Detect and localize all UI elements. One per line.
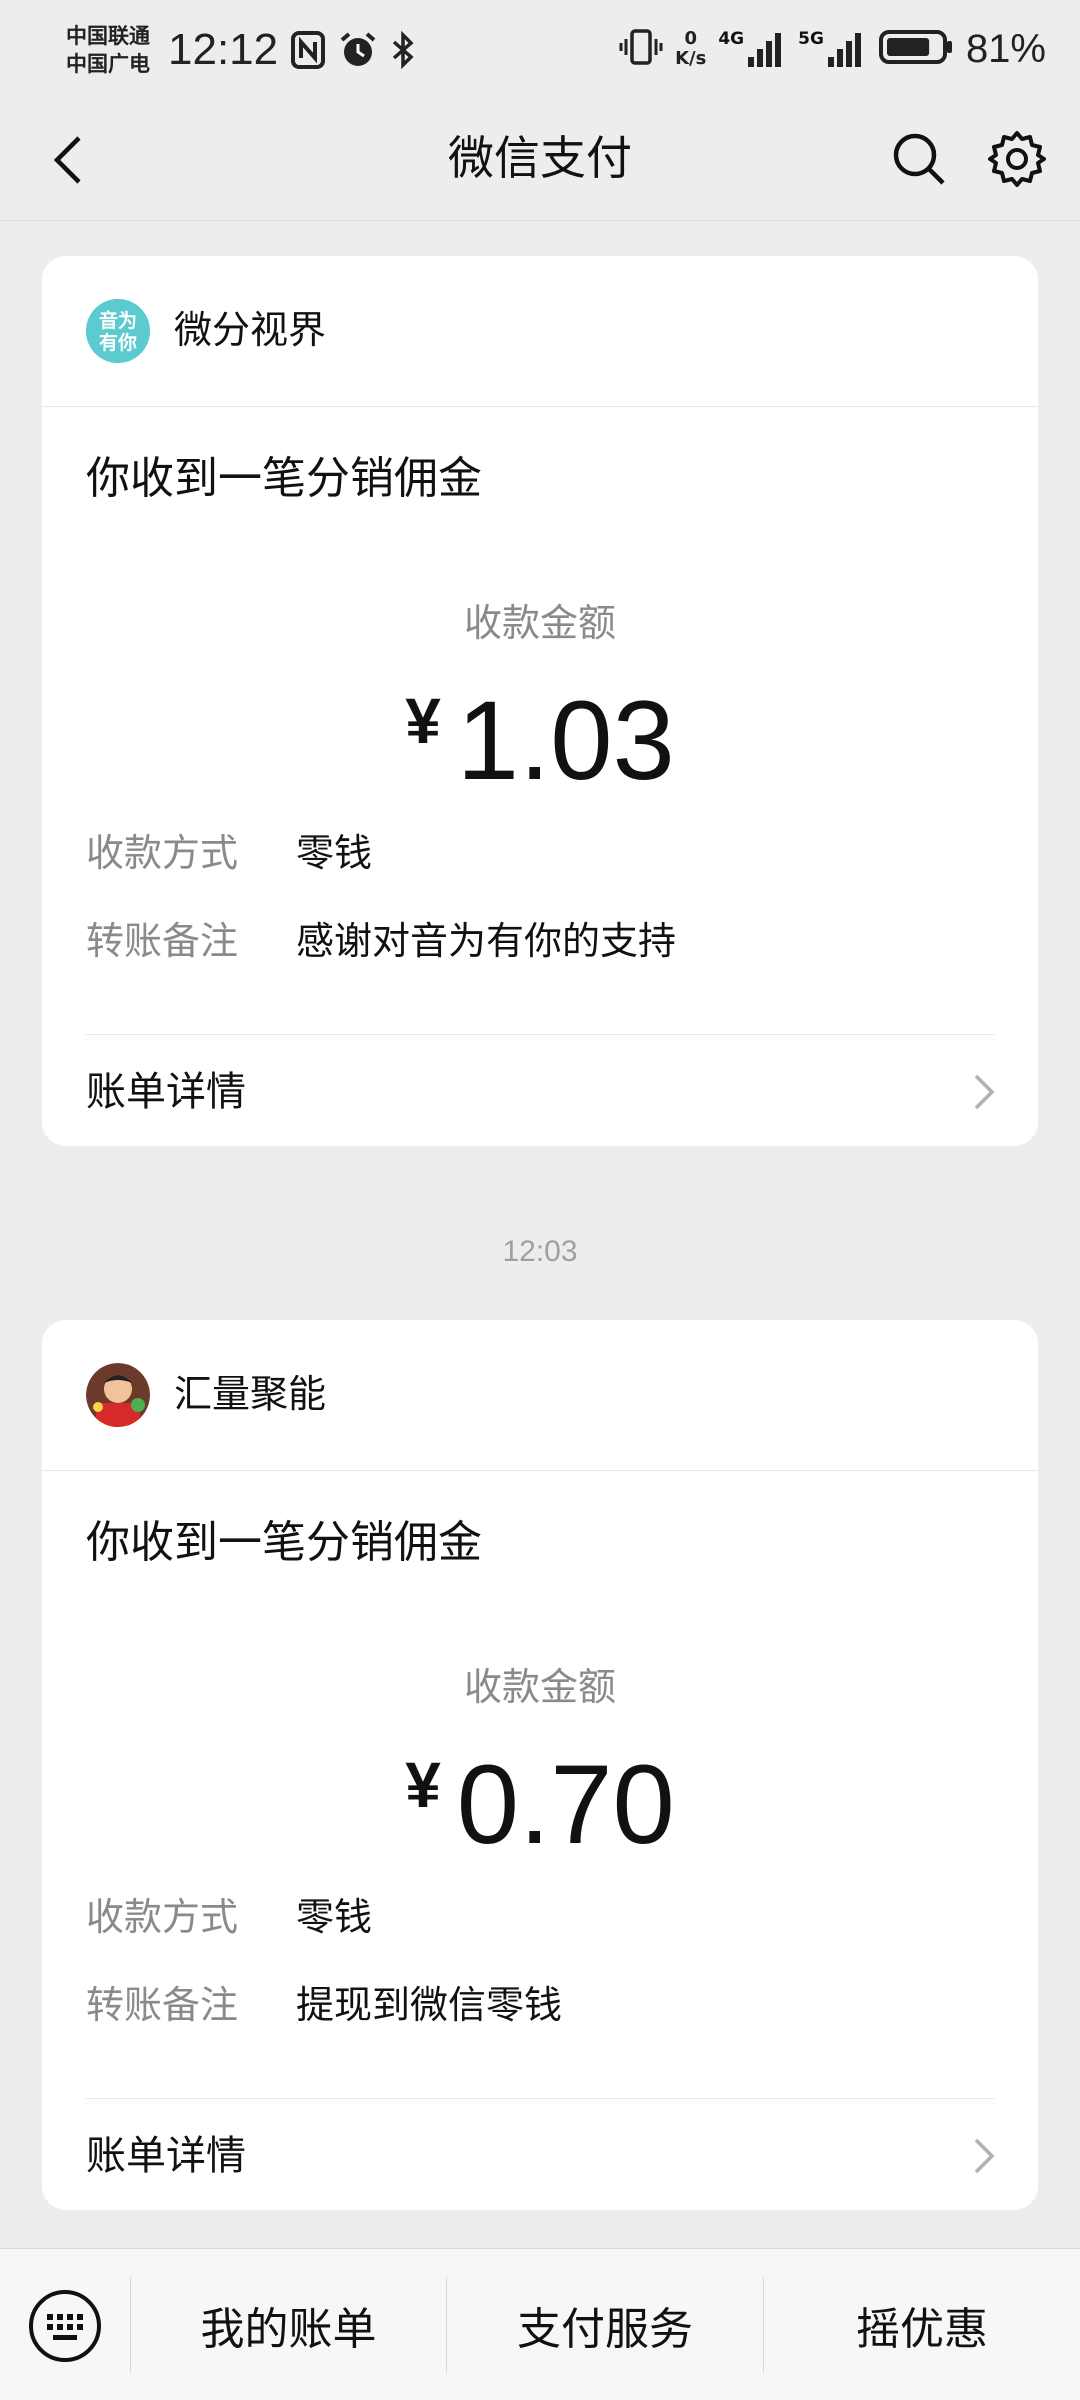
carrier-2: 中国广电: [66, 52, 150, 76]
screen: 中国联通 中国广电 12:12 0 K/s 4G 5G 81% 微信支付 音为 …: [0, 0, 1080, 2400]
svg-text:音为: 音为: [99, 309, 137, 332]
keyboard-icon: [29, 2290, 101, 2362]
network-speed: 0 K/s: [675, 29, 706, 69]
merchant-logo: [86, 1363, 150, 1427]
carrier-1: 中国联通: [66, 24, 150, 48]
battery-icon: [878, 27, 954, 71]
info-value: 感谢对音为有你的支持: [296, 919, 677, 963]
avatar: [86, 1363, 150, 1427]
payment-card: 汇量聚能 你收到一笔分销佣金 收款金额 ¥0.70 收款方式 零钱 转账备注 提现到…: [42, 1320, 1038, 2210]
info-row-remark: 转账备注 提现到微信零钱: [86, 1978, 562, 2032]
network-speed-value: 0: [684, 28, 697, 49]
search-button[interactable]: [886, 126, 952, 192]
card-header[interactable]: 汇量聚能: [42, 1320, 1038, 1471]
card-headline: 你收到一笔分销佣金: [86, 1517, 482, 1568]
nav-header: 微信支付: [0, 100, 1080, 221]
bill-detail-link[interactable]: 账单详情: [42, 2100, 1038, 2210]
merchant-logo: 音为 有你: [86, 299, 150, 363]
menu-my-bills[interactable]: 我的账单: [131, 2273, 446, 2377]
bill-detail-link[interactable]: 账单详情: [42, 1036, 1038, 1146]
network-speed-unit: K/s: [675, 48, 707, 69]
bluetooth-icon: [390, 30, 416, 74]
info-row-payment-method: 收款方式 零钱: [86, 1890, 372, 1944]
amount-value: 0.70: [456, 1742, 675, 1867]
alarm-icon: [338, 30, 378, 74]
gear-icon: [988, 131, 1046, 187]
card-headline: 你收到一笔分销佣金: [86, 453, 482, 504]
chevron-right-icon: [974, 2138, 995, 2174]
bottom-menu-bar: 我的账单 支付服务 摇优惠: [0, 2248, 1080, 2400]
merchant-name: 微分视界: [174, 308, 327, 352]
bill-detail-label: 账单详情: [86, 2133, 246, 2179]
keyboard-toggle-button[interactable]: [22, 2283, 108, 2369]
status-time: 12:12: [168, 25, 279, 74]
network-type-5g: 5G: [798, 29, 824, 49]
network-type-4g: 4G: [718, 29, 745, 49]
status-left-icons: [290, 30, 416, 74]
card-header[interactable]: 音为 有你 微分视界: [42, 256, 1038, 407]
payment-card: 音为 有你 微分视界 你收到一笔分销佣金 收款金额 ¥1.03 收款方式 零钱 转…: [42, 256, 1038, 1146]
divider: [86, 2098, 994, 2099]
menu-payment-services[interactable]: 支付服务: [447, 2273, 763, 2377]
menu-shake-offers[interactable]: 摇优惠: [764, 2273, 1080, 2377]
divider: [86, 1034, 994, 1035]
amount-display: ¥0.70: [42, 1740, 1038, 1870]
amount-label: 收款金额: [463, 601, 616, 645]
svg-text:有你: 有你: [99, 331, 137, 354]
status-right-icons: 0 K/s 4G 5G 81%: [619, 24, 1046, 74]
signal-4g-icon: 4G: [718, 29, 786, 69]
search-icon: [893, 133, 945, 185]
nfc-icon: [290, 30, 326, 74]
battery-percent: 81%: [965, 27, 1046, 71]
amount-label: 收款金额: [463, 1665, 616, 1709]
amount-value: 1.03: [456, 678, 675, 803]
info-value: 零钱: [296, 1895, 373, 1939]
info-key: 转账备注: [86, 1983, 239, 2027]
info-key: 转账备注: [86, 919, 239, 963]
info-key: 收款方式: [86, 1895, 239, 1939]
bill-detail-label: 账单详情: [86, 1069, 246, 1115]
amount-display: ¥1.03: [42, 676, 1038, 806]
info-value: 提现到微信零钱: [296, 1983, 563, 2027]
info-value: 零钱: [296, 831, 373, 875]
avatar: 音为 有你: [86, 299, 150, 363]
merchant-name: 汇量聚能: [174, 1372, 327, 1416]
chevron-right-icon: [974, 1074, 995, 1110]
vibrate-icon: [619, 27, 663, 71]
message-timestamp: 12:03: [502, 1235, 578, 1268]
info-row-payment-method: 收款方式 零钱: [86, 826, 372, 880]
currency-symbol: ¥: [405, 1749, 441, 1821]
currency-symbol: ¥: [405, 685, 441, 757]
carrier-info: 中国联通 中国广电: [66, 22, 150, 78]
status-bar: 中国联通 中国广电 12:12 0 K/s 4G 5G 81%: [0, 0, 1080, 100]
info-key: 收款方式: [86, 831, 239, 875]
info-row-remark: 转账备注 感谢对音为有你的支持: [86, 914, 676, 968]
signal-5g-icon: 5G: [798, 29, 866, 69]
settings-button[interactable]: [984, 126, 1050, 192]
